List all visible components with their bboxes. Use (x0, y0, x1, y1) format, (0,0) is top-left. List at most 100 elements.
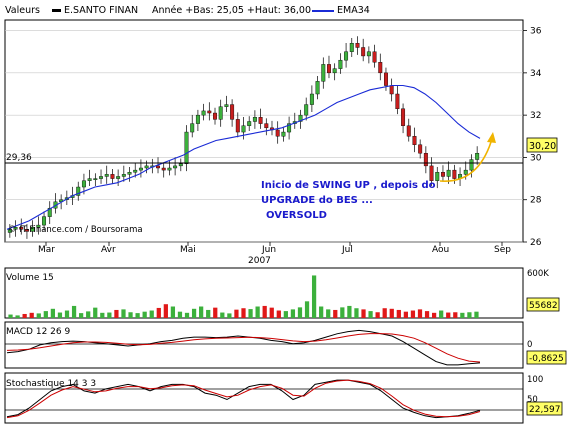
volume-bar (57, 312, 63, 318)
candle (207, 110, 212, 114)
candle (138, 167, 143, 171)
x-tick-label: Avr (101, 245, 116, 255)
volume-bar (199, 306, 204, 318)
year-stats: Année +Bas: 25,05 +Haut: 36,00 (152, 5, 311, 16)
candle (429, 165, 434, 181)
candle (275, 129, 280, 137)
candle (366, 51, 371, 57)
candle (218, 106, 223, 120)
macd-panel (4, 321, 524, 369)
candle (440, 172, 445, 177)
volume-bar (304, 301, 310, 318)
volume-bar (121, 309, 126, 318)
volume-bar (107, 312, 112, 318)
candle (475, 152, 480, 160)
candle (190, 123, 195, 133)
candle (418, 144, 423, 154)
candle (241, 125, 246, 133)
volume-bar (220, 312, 225, 318)
x-tick-label: Sep (494, 245, 511, 255)
annotation-line-1: Inicio de SWING UP , depois do (261, 180, 436, 191)
volume-bar (184, 312, 190, 318)
volume-bar (467, 312, 472, 318)
candle (395, 93, 400, 110)
header-label-valeurs: Valeurs (5, 5, 40, 16)
candle (406, 125, 411, 137)
candle (144, 165, 149, 169)
volume-bar (64, 310, 70, 318)
annotation-line-3: OVERSOLD (266, 210, 327, 221)
stoch-last-value: 22,597 (529, 405, 561, 415)
volume-bar (79, 313, 84, 318)
candle (463, 169, 468, 175)
candle (361, 47, 366, 57)
volume-bar (361, 309, 366, 318)
volume-last-value: 55682 (529, 301, 558, 311)
x-tick-label: Mar (38, 245, 55, 255)
volume-bar (29, 312, 34, 318)
candle (338, 59, 343, 69)
volume-bar (446, 312, 451, 318)
candle (304, 104, 309, 116)
x-tick-label: Jun (261, 245, 276, 255)
year-label: 2007 (248, 256, 271, 266)
volume-bar (375, 312, 380, 318)
candle (252, 117, 257, 122)
volume-bar (410, 310, 416, 318)
volume-bar (114, 309, 119, 318)
volume-bar (191, 308, 197, 318)
volume-bar (177, 311, 183, 318)
volume-bar (163, 304, 168, 318)
x-tick-label: Aou (432, 245, 449, 255)
volume-bar (368, 311, 373, 318)
volume-bar (50, 308, 56, 318)
volume-bar (460, 312, 465, 318)
candle (321, 64, 326, 82)
volume-bar (100, 312, 105, 318)
volume-bar (8, 314, 13, 318)
volume-bar (276, 310, 281, 318)
candle (127, 172, 132, 175)
volume-bar (22, 313, 27, 318)
volume-bar (15, 315, 20, 318)
candle (446, 169, 451, 177)
volume-bar (403, 311, 408, 318)
volume-bar (389, 308, 394, 318)
candle (87, 178, 92, 181)
volume-bar (86, 311, 91, 318)
security-name: E.SANTO FINAN (64, 5, 138, 16)
volume-bar (431, 312, 437, 318)
stoch-100-label: 100 (527, 375, 543, 385)
annotation-line-2: UPGRADE do BES ... (261, 195, 373, 206)
volume-bar (424, 311, 430, 318)
candle (116, 176, 121, 179)
candle (327, 64, 331, 74)
candle (452, 169, 457, 179)
candle (258, 117, 263, 124)
volume-bar (43, 311, 48, 318)
candle (42, 216, 47, 226)
candle (93, 178, 98, 180)
candle (412, 136, 417, 145)
candle (235, 119, 240, 133)
candle (401, 108, 406, 126)
price-ytick-label: 28 (530, 196, 542, 206)
candle (184, 131, 189, 164)
reference-value: 29,36 (6, 153, 32, 163)
volume-scale-label: 600K (527, 269, 549, 279)
price-ytick-label: 36 (530, 27, 542, 37)
volume-bar (417, 309, 423, 318)
x-tick-label: Jul (341, 245, 353, 255)
ema-legend-swatch (312, 10, 334, 12)
candle (195, 114, 200, 124)
candle (121, 174, 126, 177)
volume-title: Volume 15 (6, 273, 54, 283)
volume-bar (453, 312, 458, 318)
candle (344, 51, 349, 61)
series-legend-swatch (52, 9, 61, 12)
candle (104, 174, 109, 177)
candle (247, 121, 252, 126)
volume-bar (149, 310, 154, 318)
volume-bar (262, 305, 267, 318)
price-ytick-label: 26 (530, 238, 542, 248)
